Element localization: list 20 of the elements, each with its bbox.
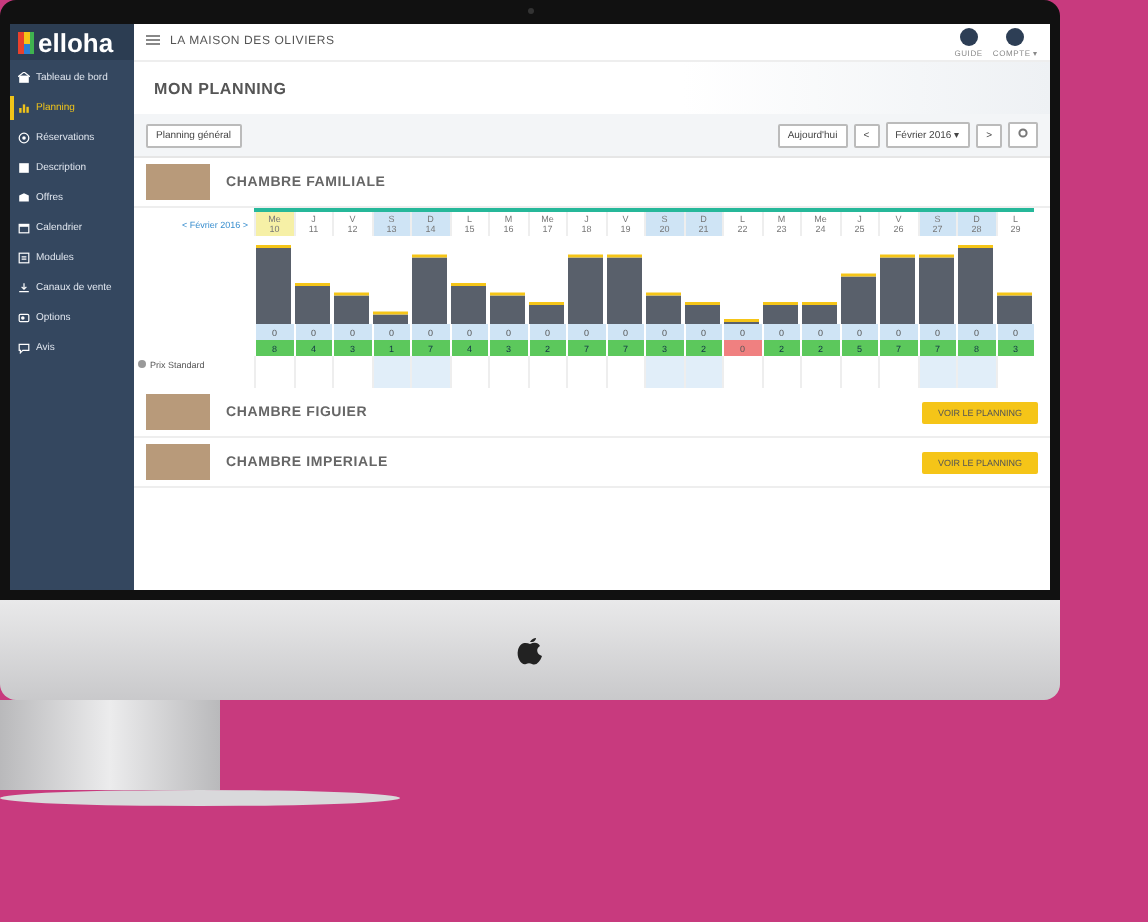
circle-icon bbox=[1018, 128, 1028, 138]
room-photo-placeholder bbox=[146, 444, 210, 480]
list-icon bbox=[18, 252, 30, 264]
square-icon bbox=[18, 162, 30, 174]
bar-chart-icon bbox=[18, 102, 30, 114]
refresh-button[interactable] bbox=[1008, 122, 1038, 148]
room-photo-placeholder bbox=[146, 164, 210, 200]
speech-bubble-icon bbox=[18, 342, 30, 354]
logo-text: elloha bbox=[38, 27, 114, 57]
calendar-icon bbox=[18, 222, 30, 234]
room-photo-placeholder bbox=[146, 394, 210, 430]
logo-icon bbox=[18, 31, 34, 53]
price-icon bbox=[138, 359, 146, 369]
tag-icon bbox=[18, 192, 30, 204]
toggle-icon bbox=[18, 312, 30, 324]
menu-icon[interactable] bbox=[146, 34, 160, 50]
house-icon bbox=[18, 72, 30, 84]
download-icon bbox=[18, 282, 30, 294]
apple-logo-icon bbox=[516, 634, 544, 666]
eye-icon bbox=[18, 132, 30, 144]
